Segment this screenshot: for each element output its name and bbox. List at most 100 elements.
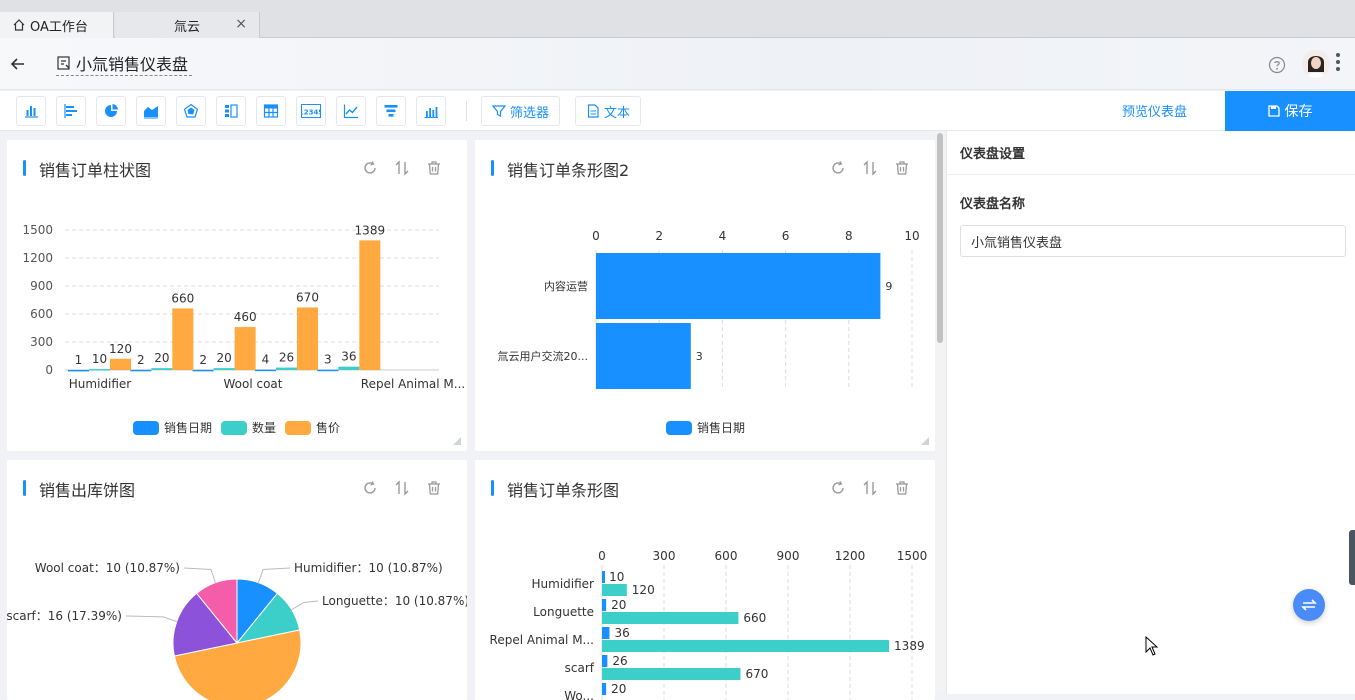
data-label: 26 <box>279 351 294 365</box>
panel-title: 仪表盘设置 <box>960 147 1026 162</box>
data-label: 660 <box>171 291 194 305</box>
data-label: 26 <box>612 654 627 668</box>
arrow-left-icon[interactable] <box>8 54 28 77</box>
bar <box>359 240 381 370</box>
question-icon[interactable] <box>1268 56 1286 77</box>
label-leader-line <box>125 615 177 623</box>
data-label: 670 <box>296 290 319 304</box>
y-tick-label: 氚云用户交流20... <box>498 349 589 363</box>
tab-chuanyun[interactable]: 氚云 × <box>115 12 260 38</box>
bar <box>596 323 691 389</box>
data-label: 120 <box>109 342 132 356</box>
chart-card-pie[interactable]: 销售出库饼图 Humidifier：10 (10.87%) Longuette：1… <box>7 460 467 700</box>
chart-toolbar: 12345 筛选器 文本 预览仪表盘 保存 <box>0 91 1355 131</box>
bar <box>172 308 194 370</box>
line-chart-icon[interactable] <box>336 96 366 126</box>
y-tick-label: 300 <box>30 335 53 349</box>
y-tick-label: scarf <box>565 661 595 675</box>
chart-card-hbar[interactable]: 销售订单条形图 0 300 600 900 1200 1500 Humidifier Long… <box>475 460 935 700</box>
x-tick-label: Humidifier <box>69 377 132 391</box>
y-tick-label: Repel Animal M... <box>490 633 594 647</box>
area-chart-icon[interactable] <box>136 96 166 126</box>
data-label: 20 <box>217 351 232 365</box>
x-tick-label: 10 <box>904 229 919 243</box>
bar-chart-icon[interactable] <box>16 96 46 126</box>
combo-chart-icon[interactable] <box>416 96 446 126</box>
legend-label: 销售日期 <box>697 420 745 435</box>
browser-tab-bar: OA工作台 氚云 × <box>0 0 1355 38</box>
data-label: 670 <box>745 667 768 681</box>
bar <box>602 668 741 680</box>
more-vertical-icon[interactable] <box>1335 52 1341 75</box>
y-tick-label: Wo... <box>564 689 594 700</box>
bar <box>338 366 360 370</box>
bar <box>317 369 339 372</box>
x-tick-label: 600 <box>715 549 738 563</box>
tab-oa-workbench[interactable]: OA工作台 <box>0 12 114 38</box>
table-icon[interactable] <box>256 96 286 126</box>
filter-label: 筛选器 <box>510 105 550 121</box>
data-label: 36 <box>341 350 356 364</box>
x-tick-label: Wool coat <box>224 377 283 391</box>
avatar[interactable] <box>1302 50 1330 78</box>
x-tick-label: 1200 <box>835 549 866 563</box>
data-label: 20 <box>154 351 169 365</box>
tab-label: 氚云 <box>173 19 200 35</box>
bar <box>602 627 610 639</box>
tab-label: OA工作台 <box>30 19 88 35</box>
pie-chart-icon[interactable] <box>96 96 126 126</box>
save-button[interactable]: 保存 <box>1225 91 1355 131</box>
bar <box>110 358 131 370</box>
page-title-text: 小氚销售仪表盘 <box>76 54 189 74</box>
resize-handle[interactable] <box>453 437 461 445</box>
canvas-scrollbar[interactable] <box>935 131 945 694</box>
text-label: 文本 <box>604 105 631 121</box>
x-tick-label: 8 <box>845 229 853 243</box>
x-tick-label: 1500 <box>897 549 928 563</box>
bar <box>602 584 627 596</box>
data-label: 120 <box>632 583 655 597</box>
bar-chart: 0 300 600 900 1200 1500 1 2 2 4 3 10 20 20 26 36 120 660 4… <box>22 223 465 435</box>
number-icon[interactable]: 12345 <box>296 96 326 126</box>
resize-handle[interactable] <box>921 437 929 445</box>
bar <box>602 683 607 695</box>
preview-dashboard-button[interactable]: 预览仪表盘 <box>1122 101 1187 120</box>
bar <box>151 368 173 370</box>
swap-icon[interactable] <box>1293 589 1325 621</box>
chart-card-bar[interactable]: 销售订单柱状图 0 300 600 900 1200 1500 1 2 2 4 3 10 20 20 26 3… <box>7 140 467 451</box>
legend-swatch <box>221 421 247 435</box>
page-title[interactable]: 小氚销售仪表盘 <box>56 50 193 76</box>
data-label: 10 <box>92 352 107 366</box>
text-button[interactable]: 文本 <box>575 96 642 126</box>
bar <box>192 369 214 372</box>
panel-header: 仪表盘设置 <box>947 131 1355 175</box>
close-icon[interactable]: × <box>235 16 247 32</box>
y-tick-label: Humidifier <box>532 577 595 591</box>
bar <box>596 253 881 319</box>
x-tick-label: 0 <box>592 229 600 243</box>
slice-label: Humidifier：10 (10.87%) <box>294 561 443 575</box>
data-label: 1 <box>75 353 83 367</box>
save-icon <box>1267 105 1285 117</box>
dashboard-icon <box>56 55 72 71</box>
funnel-icon[interactable] <box>376 96 406 126</box>
side-drawer-handle[interactable] <box>1349 530 1355 585</box>
data-label: 3 <box>324 353 332 367</box>
filter-button[interactable]: 筛选器 <box>481 96 561 126</box>
label-leader-line <box>257 567 291 583</box>
legend-label: 售价 <box>316 420 340 435</box>
y-tick-label: Longuette <box>533 605 594 619</box>
bar <box>602 655 608 667</box>
data-label: 36 <box>614 626 629 640</box>
x-tick-label: 6 <box>782 229 790 243</box>
scrollbar-thumb[interactable] <box>937 133 943 343</box>
list-icon[interactable] <box>216 96 246 126</box>
slice-label: Longuette：10 (10.87%) <box>322 594 467 608</box>
dashboard-name-input[interactable] <box>960 225 1346 257</box>
horizontal-bar-icon[interactable] <box>56 96 86 126</box>
legend-swatch <box>285 421 311 435</box>
radar-chart-icon[interactable] <box>176 96 206 126</box>
chart-card-hbar2[interactable]: 销售订单条形图2 0 2 4 6 8 10 9 内容运营 3 氚云用户交流20... 销售日期 <box>475 140 935 451</box>
y-tick-label: 内容运营 <box>544 279 588 293</box>
data-label: 460 <box>234 310 257 324</box>
